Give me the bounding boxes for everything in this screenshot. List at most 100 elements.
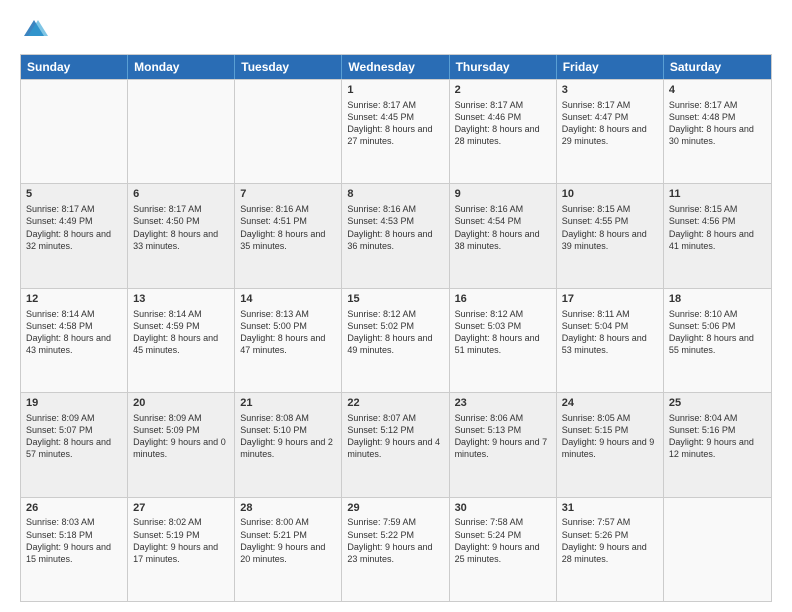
day-cell-12: 12Sunrise: 8:14 AM Sunset: 4:58 PM Dayli… [21, 289, 128, 392]
calendar-header: SundayMondayTuesdayWednesdayThursdayFrid… [21, 55, 771, 79]
day-info: Sunrise: 7:57 AM Sunset: 5:26 PM Dayligh… [562, 516, 658, 565]
day-cell-22: 22Sunrise: 8:07 AM Sunset: 5:12 PM Dayli… [342, 393, 449, 496]
day-info: Sunrise: 8:05 AM Sunset: 5:15 PM Dayligh… [562, 412, 658, 461]
logo-icon [20, 16, 48, 44]
day-info: Sunrise: 8:06 AM Sunset: 5:13 PM Dayligh… [455, 412, 551, 461]
calendar-row-4: 19Sunrise: 8:09 AM Sunset: 5:07 PM Dayli… [21, 392, 771, 496]
day-number: 9 [455, 187, 551, 202]
day-number: 5 [26, 187, 122, 202]
header-day-monday: Monday [128, 55, 235, 79]
day-info: Sunrise: 8:17 AM Sunset: 4:49 PM Dayligh… [26, 203, 122, 252]
day-cell-16: 16Sunrise: 8:12 AM Sunset: 5:03 PM Dayli… [450, 289, 557, 392]
day-cell-7: 7Sunrise: 8:16 AM Sunset: 4:51 PM Daylig… [235, 184, 342, 287]
page: SundayMondayTuesdayWednesdayThursdayFrid… [0, 0, 792, 612]
day-info: Sunrise: 8:16 AM Sunset: 4:54 PM Dayligh… [455, 203, 551, 252]
day-cell-27: 27Sunrise: 8:02 AM Sunset: 5:19 PM Dayli… [128, 498, 235, 601]
day-number: 1 [347, 83, 443, 98]
day-number: 20 [133, 396, 229, 411]
day-number: 4 [669, 83, 766, 98]
header-day-friday: Friday [557, 55, 664, 79]
day-cell-31: 31Sunrise: 7:57 AM Sunset: 5:26 PM Dayli… [557, 498, 664, 601]
day-number: 30 [455, 501, 551, 516]
day-cell-29: 29Sunrise: 7:59 AM Sunset: 5:22 PM Dayli… [342, 498, 449, 601]
day-number: 7 [240, 187, 336, 202]
day-cell-9: 9Sunrise: 8:16 AM Sunset: 4:54 PM Daylig… [450, 184, 557, 287]
day-cell-15: 15Sunrise: 8:12 AM Sunset: 5:02 PM Dayli… [342, 289, 449, 392]
calendar-row-3: 12Sunrise: 8:14 AM Sunset: 4:58 PM Dayli… [21, 288, 771, 392]
day-info: Sunrise: 8:13 AM Sunset: 5:00 PM Dayligh… [240, 308, 336, 357]
day-info: Sunrise: 8:17 AM Sunset: 4:47 PM Dayligh… [562, 99, 658, 148]
day-number: 13 [133, 292, 229, 307]
day-cell-18: 18Sunrise: 8:10 AM Sunset: 5:06 PM Dayli… [664, 289, 771, 392]
day-number: 19 [26, 396, 122, 411]
day-number: 28 [240, 501, 336, 516]
day-cell-17: 17Sunrise: 8:11 AM Sunset: 5:04 PM Dayli… [557, 289, 664, 392]
header-day-thursday: Thursday [450, 55, 557, 79]
day-info: Sunrise: 8:17 AM Sunset: 4:50 PM Dayligh… [133, 203, 229, 252]
day-cell-20: 20Sunrise: 8:09 AM Sunset: 5:09 PM Dayli… [128, 393, 235, 496]
day-cell-25: 25Sunrise: 8:04 AM Sunset: 5:16 PM Dayli… [664, 393, 771, 496]
day-cell-4: 4Sunrise: 8:17 AM Sunset: 4:48 PM Daylig… [664, 80, 771, 183]
day-number: 21 [240, 396, 336, 411]
day-info: Sunrise: 8:14 AM Sunset: 4:58 PM Dayligh… [26, 308, 122, 357]
day-cell-14: 14Sunrise: 8:13 AM Sunset: 5:00 PM Dayli… [235, 289, 342, 392]
header-day-sunday: Sunday [21, 55, 128, 79]
header-day-tuesday: Tuesday [235, 55, 342, 79]
day-info: Sunrise: 7:58 AM Sunset: 5:24 PM Dayligh… [455, 516, 551, 565]
logo [20, 16, 52, 44]
day-cell-21: 21Sunrise: 8:08 AM Sunset: 5:10 PM Dayli… [235, 393, 342, 496]
day-info: Sunrise: 8:10 AM Sunset: 5:06 PM Dayligh… [669, 308, 766, 357]
day-info: Sunrise: 8:04 AM Sunset: 5:16 PM Dayligh… [669, 412, 766, 461]
day-number: 14 [240, 292, 336, 307]
header-day-wednesday: Wednesday [342, 55, 449, 79]
day-info: Sunrise: 8:12 AM Sunset: 5:03 PM Dayligh… [455, 308, 551, 357]
day-cell-24: 24Sunrise: 8:05 AM Sunset: 5:15 PM Dayli… [557, 393, 664, 496]
day-info: Sunrise: 8:11 AM Sunset: 5:04 PM Dayligh… [562, 308, 658, 357]
empty-cell [21, 80, 128, 183]
day-info: Sunrise: 8:17 AM Sunset: 4:48 PM Dayligh… [669, 99, 766, 148]
day-info: Sunrise: 8:03 AM Sunset: 5:18 PM Dayligh… [26, 516, 122, 565]
empty-cell [128, 80, 235, 183]
day-number: 16 [455, 292, 551, 307]
header-day-saturday: Saturday [664, 55, 771, 79]
day-info: Sunrise: 8:00 AM Sunset: 5:21 PM Dayligh… [240, 516, 336, 565]
day-number: 29 [347, 501, 443, 516]
day-number: 15 [347, 292, 443, 307]
day-cell-8: 8Sunrise: 8:16 AM Sunset: 4:53 PM Daylig… [342, 184, 449, 287]
calendar: SundayMondayTuesdayWednesdayThursdayFrid… [20, 54, 772, 602]
day-number: 25 [669, 396, 766, 411]
day-cell-19: 19Sunrise: 8:09 AM Sunset: 5:07 PM Dayli… [21, 393, 128, 496]
day-number: 8 [347, 187, 443, 202]
header [20, 16, 772, 44]
day-info: Sunrise: 8:09 AM Sunset: 5:09 PM Dayligh… [133, 412, 229, 461]
calendar-body: 1Sunrise: 8:17 AM Sunset: 4:45 PM Daylig… [21, 79, 771, 601]
day-cell-23: 23Sunrise: 8:06 AM Sunset: 5:13 PM Dayli… [450, 393, 557, 496]
day-info: Sunrise: 8:07 AM Sunset: 5:12 PM Dayligh… [347, 412, 443, 461]
day-info: Sunrise: 7:59 AM Sunset: 5:22 PM Dayligh… [347, 516, 443, 565]
empty-cell [664, 498, 771, 601]
day-info: Sunrise: 8:15 AM Sunset: 4:55 PM Dayligh… [562, 203, 658, 252]
day-cell-2: 2Sunrise: 8:17 AM Sunset: 4:46 PM Daylig… [450, 80, 557, 183]
day-number: 18 [669, 292, 766, 307]
day-info: Sunrise: 8:12 AM Sunset: 5:02 PM Dayligh… [347, 308, 443, 357]
day-cell-28: 28Sunrise: 8:00 AM Sunset: 5:21 PM Dayli… [235, 498, 342, 601]
day-number: 6 [133, 187, 229, 202]
day-number: 31 [562, 501, 658, 516]
calendar-row-5: 26Sunrise: 8:03 AM Sunset: 5:18 PM Dayli… [21, 497, 771, 601]
day-number: 26 [26, 501, 122, 516]
day-info: Sunrise: 8:17 AM Sunset: 4:46 PM Dayligh… [455, 99, 551, 148]
day-number: 23 [455, 396, 551, 411]
day-info: Sunrise: 8:16 AM Sunset: 4:51 PM Dayligh… [240, 203, 336, 252]
day-info: Sunrise: 8:08 AM Sunset: 5:10 PM Dayligh… [240, 412, 336, 461]
day-cell-30: 30Sunrise: 7:58 AM Sunset: 5:24 PM Dayli… [450, 498, 557, 601]
day-number: 17 [562, 292, 658, 307]
day-cell-11: 11Sunrise: 8:15 AM Sunset: 4:56 PM Dayli… [664, 184, 771, 287]
day-cell-1: 1Sunrise: 8:17 AM Sunset: 4:45 PM Daylig… [342, 80, 449, 183]
day-number: 27 [133, 501, 229, 516]
day-number: 3 [562, 83, 658, 98]
calendar-row-1: 1Sunrise: 8:17 AM Sunset: 4:45 PM Daylig… [21, 79, 771, 183]
day-number: 2 [455, 83, 551, 98]
day-cell-13: 13Sunrise: 8:14 AM Sunset: 4:59 PM Dayli… [128, 289, 235, 392]
day-cell-10: 10Sunrise: 8:15 AM Sunset: 4:55 PM Dayli… [557, 184, 664, 287]
day-cell-26: 26Sunrise: 8:03 AM Sunset: 5:18 PM Dayli… [21, 498, 128, 601]
